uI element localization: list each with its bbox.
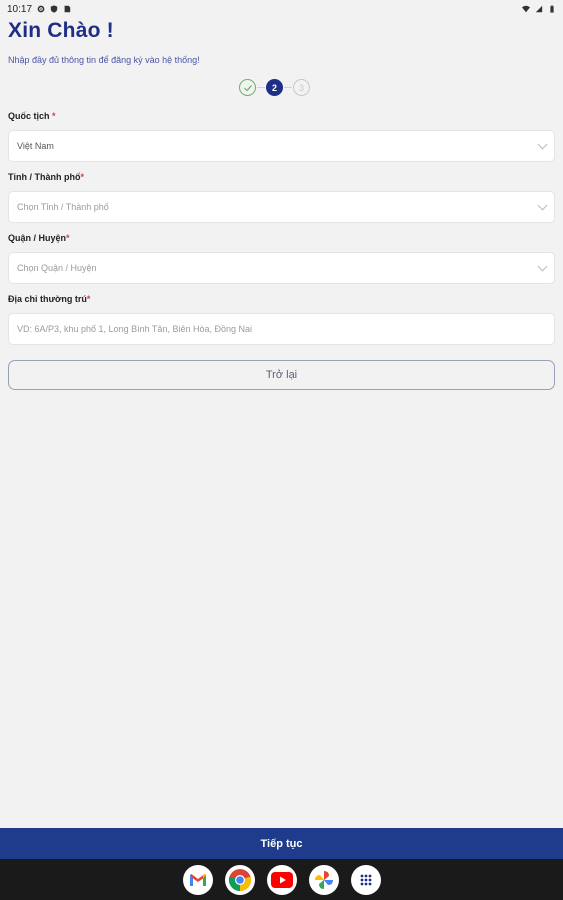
district-placeholder: Chọn Quận / Huyện [17, 263, 97, 273]
signal-icon [535, 5, 543, 13]
check-icon [243, 84, 252, 91]
province-placeholder: Chọn Tỉnh / Thành phố [17, 202, 109, 212]
back-button[interactable]: Trở lại [8, 360, 555, 390]
step-2-active: 2 [266, 79, 283, 96]
required-mark: * [80, 172, 84, 182]
chevron-down-icon [537, 261, 548, 271]
address-label: Địa chỉ thường trú* [8, 294, 91, 304]
chevron-down-icon [537, 139, 548, 149]
progress-stepper: 2 3 [239, 79, 310, 96]
address-placeholder: VD: 6A/P3, khu phố 1, Long Bình Tân, Biê… [17, 324, 252, 334]
app-drawer-icon[interactable] [350, 864, 381, 895]
required-mark: * [86, 294, 91, 304]
youtube-icon[interactable] [266, 864, 297, 895]
photos-icon[interactable] [308, 864, 339, 895]
continue-button[interactable]: Tiếp tục [0, 828, 563, 859]
nationality-label: Quốc tịch * [8, 111, 56, 121]
nationality-select[interactable]: Việt Nam [8, 130, 555, 162]
page-subtitle: Nhập đầy đủ thông tin để đăng ký vào hệ … [8, 55, 200, 65]
battery-icon [550, 5, 554, 13]
chrome-icon[interactable] [224, 864, 255, 895]
nationality-value: Việt Nam [17, 141, 54, 151]
step-connector [257, 87, 265, 88]
chevron-down-icon [537, 200, 548, 210]
province-select[interactable]: Chọn Tỉnh / Thành phố [8, 191, 555, 223]
province-label: Tỉnh / Thành phố* [8, 172, 84, 182]
required-mark: * [52, 111, 56, 121]
wifi-icon [522, 5, 530, 13]
app-dock [0, 859, 563, 900]
address-input[interactable]: VD: 6A/P3, khu phố 1, Long Bình Tân, Biê… [8, 313, 555, 345]
step-3-pending: 3 [293, 79, 310, 96]
step-1-complete [239, 79, 256, 96]
gmail-icon[interactable] [182, 864, 213, 895]
shield-icon [50, 5, 58, 13]
settings-icon [37, 5, 45, 13]
sim-card-icon [64, 5, 71, 13]
district-select[interactable]: Chọn Quận / Huyện [8, 252, 555, 284]
required-mark: * [66, 233, 70, 243]
district-label: Quận / Huyện* [8, 233, 70, 243]
status-bar: 10:17 [0, 0, 563, 18]
page-title: Xin Chào ! [8, 19, 114, 42]
step-connector [284, 87, 292, 88]
status-time: 10:17 [7, 3, 33, 15]
